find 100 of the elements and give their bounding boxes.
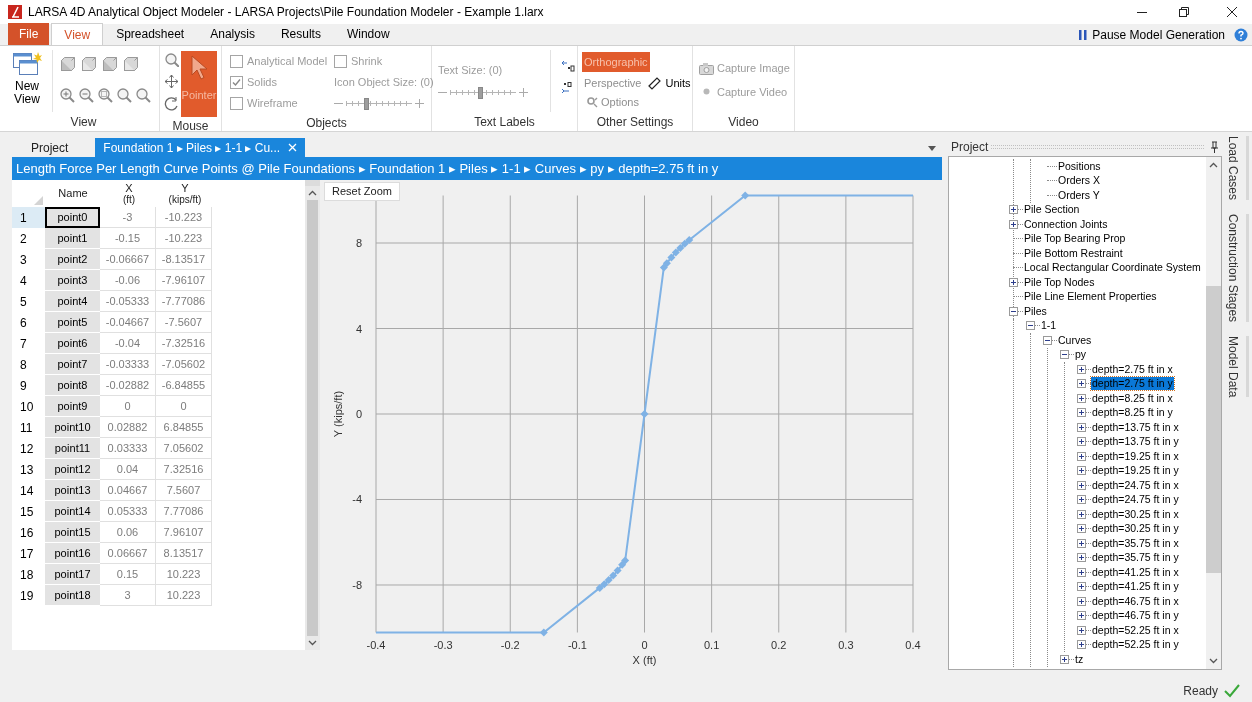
dots-arrow-icon[interactable]	[561, 60, 575, 72]
expand-icon[interactable]	[1077, 393, 1086, 403]
expand-icon[interactable]	[1077, 480, 1086, 490]
tree-item[interactable]: depth=30.25 ft in y	[1091, 522, 1180, 536]
expand-icon[interactable]	[1009, 205, 1018, 215]
zoom-icon[interactable]	[97, 87, 113, 103]
splitter-handle[interactable]	[305, 180, 320, 186]
collapse-icon[interactable]	[1026, 321, 1035, 331]
tree-item[interactable]: depth=2.75 ft in x	[1091, 362, 1174, 376]
tree-item[interactable]: Connection Joints	[1023, 217, 1109, 231]
expand-icon[interactable]	[1060, 654, 1069, 664]
expand-icon[interactable]	[1077, 625, 1086, 635]
expand-icon[interactable]	[1077, 408, 1086, 418]
table-cell[interactable]: point8	[45, 375, 100, 396]
tree-item[interactable]: Positions	[1057, 159, 1102, 173]
slider-thumb[interactable]	[363, 97, 369, 110]
table-cell[interactable]: point6	[45, 333, 100, 354]
column-header[interactable]: Y (kips/ft)	[157, 180, 213, 207]
tree-item[interactable]: Pile Line Element Properties	[1023, 290, 1158, 304]
table-cell[interactable]: point15	[45, 522, 100, 543]
zoom-icon[interactable]	[135, 87, 151, 103]
dots-arrow-icon[interactable]	[561, 82, 575, 94]
side-tab[interactable]: Model Data	[1227, 336, 1249, 398]
expand-icon[interactable]	[1077, 567, 1086, 577]
rotate-icon[interactable]	[164, 96, 179, 111]
tree-item[interactable]: Pile Section	[1023, 203, 1081, 217]
ribbon-tab[interactable]: Spreadsheet	[103, 23, 198, 45]
side-tab[interactable]: Load Cases	[1227, 136, 1249, 201]
slider-thumb[interactable]	[477, 86, 483, 99]
table-cell[interactable]: point4	[45, 291, 100, 312]
tree-item[interactable]: py	[1074, 348, 1088, 362]
side-tab[interactable]: Construction Stages	[1227, 214, 1249, 323]
row-number[interactable]: 1	[12, 207, 45, 228]
collapse-icon[interactable]	[1060, 350, 1069, 360]
ribbon-tab[interactable]: View	[51, 23, 104, 45]
document-tab[interactable]: Project	[12, 138, 88, 157]
collapse-icon[interactable]	[1043, 335, 1052, 345]
table-cell[interactable]: point5	[45, 312, 100, 333]
tree-item[interactable]: Local Rectangular Coordinate System	[1023, 261, 1202, 275]
tree-item[interactable]: Curves	[1057, 333, 1093, 347]
tree-item[interactable]: depth=8.25 ft in x	[1091, 391, 1174, 405]
tree-item[interactable]: depth=19.25 ft in x	[1091, 449, 1180, 463]
chevron-up-icon[interactable]	[1209, 162, 1218, 168]
tree-item[interactable]: tz	[1074, 652, 1085, 666]
tree-item[interactable]: depth=8.25 ft in y	[1091, 406, 1174, 420]
tree-item[interactable]: Orders Y	[1057, 188, 1101, 202]
table-cell[interactable]: point12	[45, 459, 100, 480]
expand-icon[interactable]	[1077, 509, 1086, 519]
tree-item[interactable]: depth=52.25 ft in x	[1091, 623, 1180, 637]
tree-item[interactable]: depth=46.75 ft in y	[1091, 609, 1180, 623]
table-cell[interactable]: point14	[45, 501, 100, 522]
tree-item[interactable]: depth=35.75 ft in y	[1091, 551, 1180, 565]
expand-icon[interactable]	[1077, 538, 1086, 548]
expand-icon[interactable]	[1077, 640, 1086, 650]
new-view-button[interactable]: New View	[8, 50, 46, 113]
zoom-icon[interactable]	[59, 87, 75, 103]
column-header[interactable]: Name	[45, 180, 101, 207]
zoom-icon[interactable]	[164, 52, 179, 67]
tree-item[interactable]: depth=41.25 ft in y	[1091, 580, 1180, 594]
tree-item[interactable]: depth=46.75 ft in x	[1091, 594, 1180, 608]
slider[interactable]	[346, 97, 412, 110]
expand-icon[interactable]	[1077, 596, 1086, 606]
expand-icon[interactable]	[1077, 379, 1086, 389]
expand-icon[interactable]	[1077, 553, 1086, 563]
scrollbar-thumb[interactable]	[1206, 286, 1221, 573]
table-cell[interactable]: point3	[45, 270, 100, 291]
scrollbar-thumb[interactable]	[307, 200, 318, 636]
close-icon[interactable]	[1226, 6, 1238, 18]
expand-icon[interactable]	[1077, 582, 1086, 592]
document-tab[interactable]: Foundation 1 ▸ Piles ▸ 1-1 ▸ Cu...	[95, 138, 306, 157]
table-cell[interactable]: point11	[45, 438, 100, 459]
zoom-icon[interactable]	[116, 87, 132, 103]
table-cell[interactable]: point13	[45, 480, 100, 501]
chevron-down-icon[interactable]	[308, 640, 317, 646]
tree-item[interactable]: Pile Bottom Restraint	[1023, 246, 1124, 260]
reset-zoom-button[interactable]: Reset Zoom	[324, 182, 400, 201]
tree-item[interactable]: depth=24.75 ft in y	[1091, 493, 1180, 507]
expand-icon[interactable]	[1077, 611, 1086, 621]
tree-item[interactable]: depth=52.25 ft in y	[1091, 638, 1180, 652]
expand-icon[interactable]	[1077, 524, 1086, 534]
collapse-icon[interactable]	[1009, 306, 1018, 316]
expand-icon[interactable]	[1009, 277, 1018, 287]
scrollbar[interactable]	[305, 180, 320, 650]
table-cell[interactable]: point10	[45, 417, 100, 438]
ribbon-tab[interactable]: Results	[267, 23, 334, 45]
tree-item[interactable]: depth=19.25 ft in y	[1091, 464, 1180, 478]
chevron-up-icon[interactable]	[308, 190, 317, 196]
units-button[interactable]: Units	[665, 74, 691, 92]
tree-item[interactable]: depth=35.75 ft in x	[1091, 536, 1180, 550]
table-cell[interactable]: point7	[45, 354, 100, 375]
file-menu-button[interactable]: File	[8, 23, 50, 45]
tree-item[interactable]: depth=13.75 ft in x	[1091, 420, 1180, 434]
tree-item[interactable]: Pile Top Nodes	[1023, 275, 1096, 289]
slider[interactable]	[450, 86, 516, 99]
table-cell[interactable]: point0	[45, 207, 100, 228]
tree-item[interactable]: Orders X	[1057, 174, 1101, 188]
table-cell[interactable]: point17	[45, 564, 100, 585]
ribbon-tab[interactable]: Window	[333, 23, 403, 45]
help-icon[interactable]	[1234, 27, 1248, 42]
pause-model-generation-button[interactable]: Pause Model Generation	[1092, 25, 1225, 44]
